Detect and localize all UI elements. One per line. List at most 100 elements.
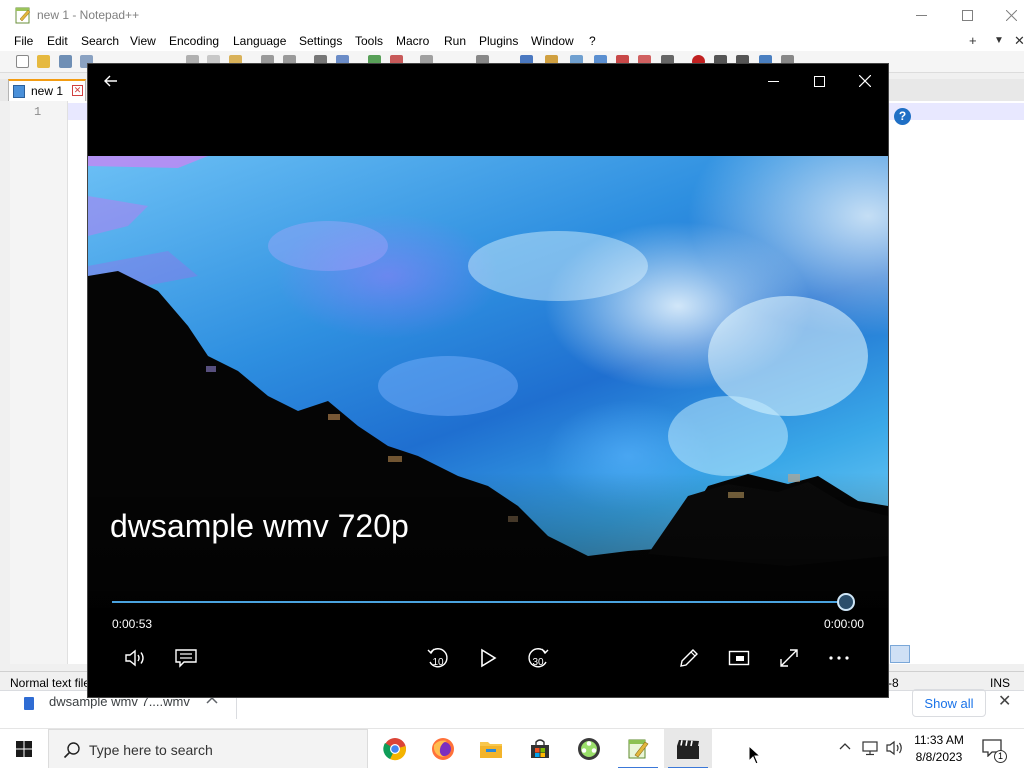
player-minimize-button[interactable] (750, 64, 796, 98)
notepadpp-title: new 1 - Notepad++ (37, 8, 140, 22)
line-number: 1 (34, 105, 42, 119)
document-icon (13, 85, 25, 98)
tab-new-1[interactable]: new 1 ✕ (8, 79, 86, 101)
download-bar-close-button[interactable]: ✕ (998, 691, 1011, 711)
menu-window[interactable]: Window (531, 34, 574, 48)
close-document-button[interactable]: ✕ (1014, 33, 1024, 49)
arrow-left-icon (104, 75, 117, 87)
menu-file[interactable]: File (14, 34, 33, 48)
add-tab-button[interactable]: + (969, 33, 977, 48)
mouse-cursor-icon (748, 745, 762, 765)
fullscreen-button[interactable] (772, 641, 806, 675)
help-icon[interactable]: ? (894, 108, 911, 125)
subtitles-button[interactable] (169, 641, 203, 675)
notepadpp-minimize-button[interactable] (898, 0, 944, 31)
taskbar-store[interactable] (516, 729, 564, 768)
search-icon (63, 742, 80, 759)
media-player-icon (578, 738, 600, 760)
show-all-button[interactable]: Show all (912, 689, 986, 717)
notepadpp-maximize-button[interactable] (944, 0, 990, 31)
subtitles-icon (175, 649, 197, 668)
volume-icon (125, 649, 144, 667)
player-close-button[interactable] (842, 64, 888, 98)
taskbar-notepadpp[interactable] (614, 729, 662, 768)
side-panel-highlight (914, 103, 1024, 120)
fullscreen-icon (780, 649, 798, 667)
menu-language[interactable]: Language (233, 34, 286, 48)
tab-close-icon[interactable]: ✕ (72, 85, 83, 96)
status-insert-mode: INS (990, 676, 1011, 690)
back-button[interactable] (88, 64, 134, 98)
edit-button[interactable] (672, 641, 706, 675)
mini-view-button[interactable] (722, 641, 756, 675)
tab-label: new 1 (31, 84, 64, 98)
notepadpp-titlebar: new 1 - Notepad++ (0, 0, 1024, 31)
status-file-type: Normal text file (10, 676, 91, 690)
skip-forward-label: 30 (532, 657, 544, 668)
notepadpp-close-button[interactable] (988, 0, 1024, 31)
menu-plugins[interactable]: Plugins (479, 34, 518, 48)
clock-date: 8/8/2023 (915, 750, 963, 764)
status-encoding: -8 (888, 676, 899, 690)
more-icon (829, 656, 849, 660)
menu-encoding[interactable]: Encoding (169, 34, 219, 48)
tab-list-dropdown[interactable]: ▼ (994, 35, 1004, 46)
play-icon (481, 648, 497, 668)
skip-back-10-icon: 10 (427, 648, 448, 668)
elapsed-time: 0:00:53 (112, 617, 153, 631)
start-button[interactable] (0, 729, 48, 768)
minimize-icon (767, 80, 779, 82)
player-maximize-button[interactable] (796, 64, 842, 98)
file-icon (24, 697, 34, 710)
taskbar-firefox[interactable] (419, 729, 467, 768)
pencil-icon (680, 649, 698, 667)
taskbar-search-box[interactable]: Type here to search (48, 729, 368, 768)
menu-help[interactable]: ? (589, 34, 596, 48)
play-button[interactable] (471, 641, 505, 675)
taskbar-chrome[interactable] (371, 729, 419, 768)
notification-count-badge: 1 (994, 750, 1007, 763)
remaining-time: 0:00:00 (823, 617, 864, 631)
taskbar-movies-tv[interactable] (664, 729, 712, 768)
video-title: dwsample wmv 720p (110, 508, 409, 544)
menu-edit[interactable]: Edit (47, 34, 68, 48)
menu-settings[interactable]: Settings (299, 34, 342, 48)
line-number-gutter: 1 (10, 101, 68, 664)
skip-back-button[interactable]: 10 (421, 641, 455, 675)
search-placeholder: Type here to search (89, 742, 213, 758)
movies-tv-icon (677, 740, 699, 759)
taskbar-clock[interactable]: 11:33 AM 8/8/2023 (912, 732, 966, 766)
panel-toggle-button[interactable] (890, 645, 910, 663)
skip-forward-button[interactable]: 30 (521, 641, 555, 675)
menu-tools[interactable]: Tools (355, 34, 383, 48)
player-titlebar (88, 64, 888, 98)
clock-time: 11:33 AM (914, 733, 964, 747)
new-file-icon[interactable] (16, 55, 29, 68)
close-icon (1005, 10, 1017, 21)
taskbar: Type here to search 11:33 AM 8/8/2023 1 (0, 728, 1024, 768)
notepadpp-menubar: File Edit Search View Encoding Language … (0, 31, 1024, 51)
windows-logo-icon (16, 741, 32, 757)
open-file-icon[interactable] (37, 55, 50, 68)
more-options-button[interactable] (822, 641, 856, 675)
side-panel (914, 101, 1024, 664)
store-icon (531, 739, 549, 758)
notepadpp-icon (628, 739, 649, 759)
network-icon[interactable] (862, 740, 880, 756)
taskbar-media-player[interactable] (565, 729, 613, 768)
menu-macro[interactable]: Macro (396, 34, 429, 48)
chevron-up-icon (839, 743, 851, 750)
save-icon[interactable] (59, 55, 72, 68)
menu-view[interactable]: View (130, 34, 156, 48)
maximize-icon (961, 10, 973, 21)
volume-tray-icon[interactable] (886, 740, 904, 756)
seek-bar[interactable] (112, 593, 855, 611)
taskbar-file-explorer[interactable] (467, 729, 515, 768)
skip-forward-30-icon: 30 (528, 648, 549, 668)
close-icon (859, 75, 871, 87)
menu-search[interactable]: Search (81, 34, 119, 48)
seek-thumb[interactable] (836, 593, 855, 611)
menu-run[interactable]: Run (444, 34, 466, 48)
show-hidden-icons-button[interactable] (839, 739, 851, 754)
volume-button[interactable] (119, 641, 153, 675)
